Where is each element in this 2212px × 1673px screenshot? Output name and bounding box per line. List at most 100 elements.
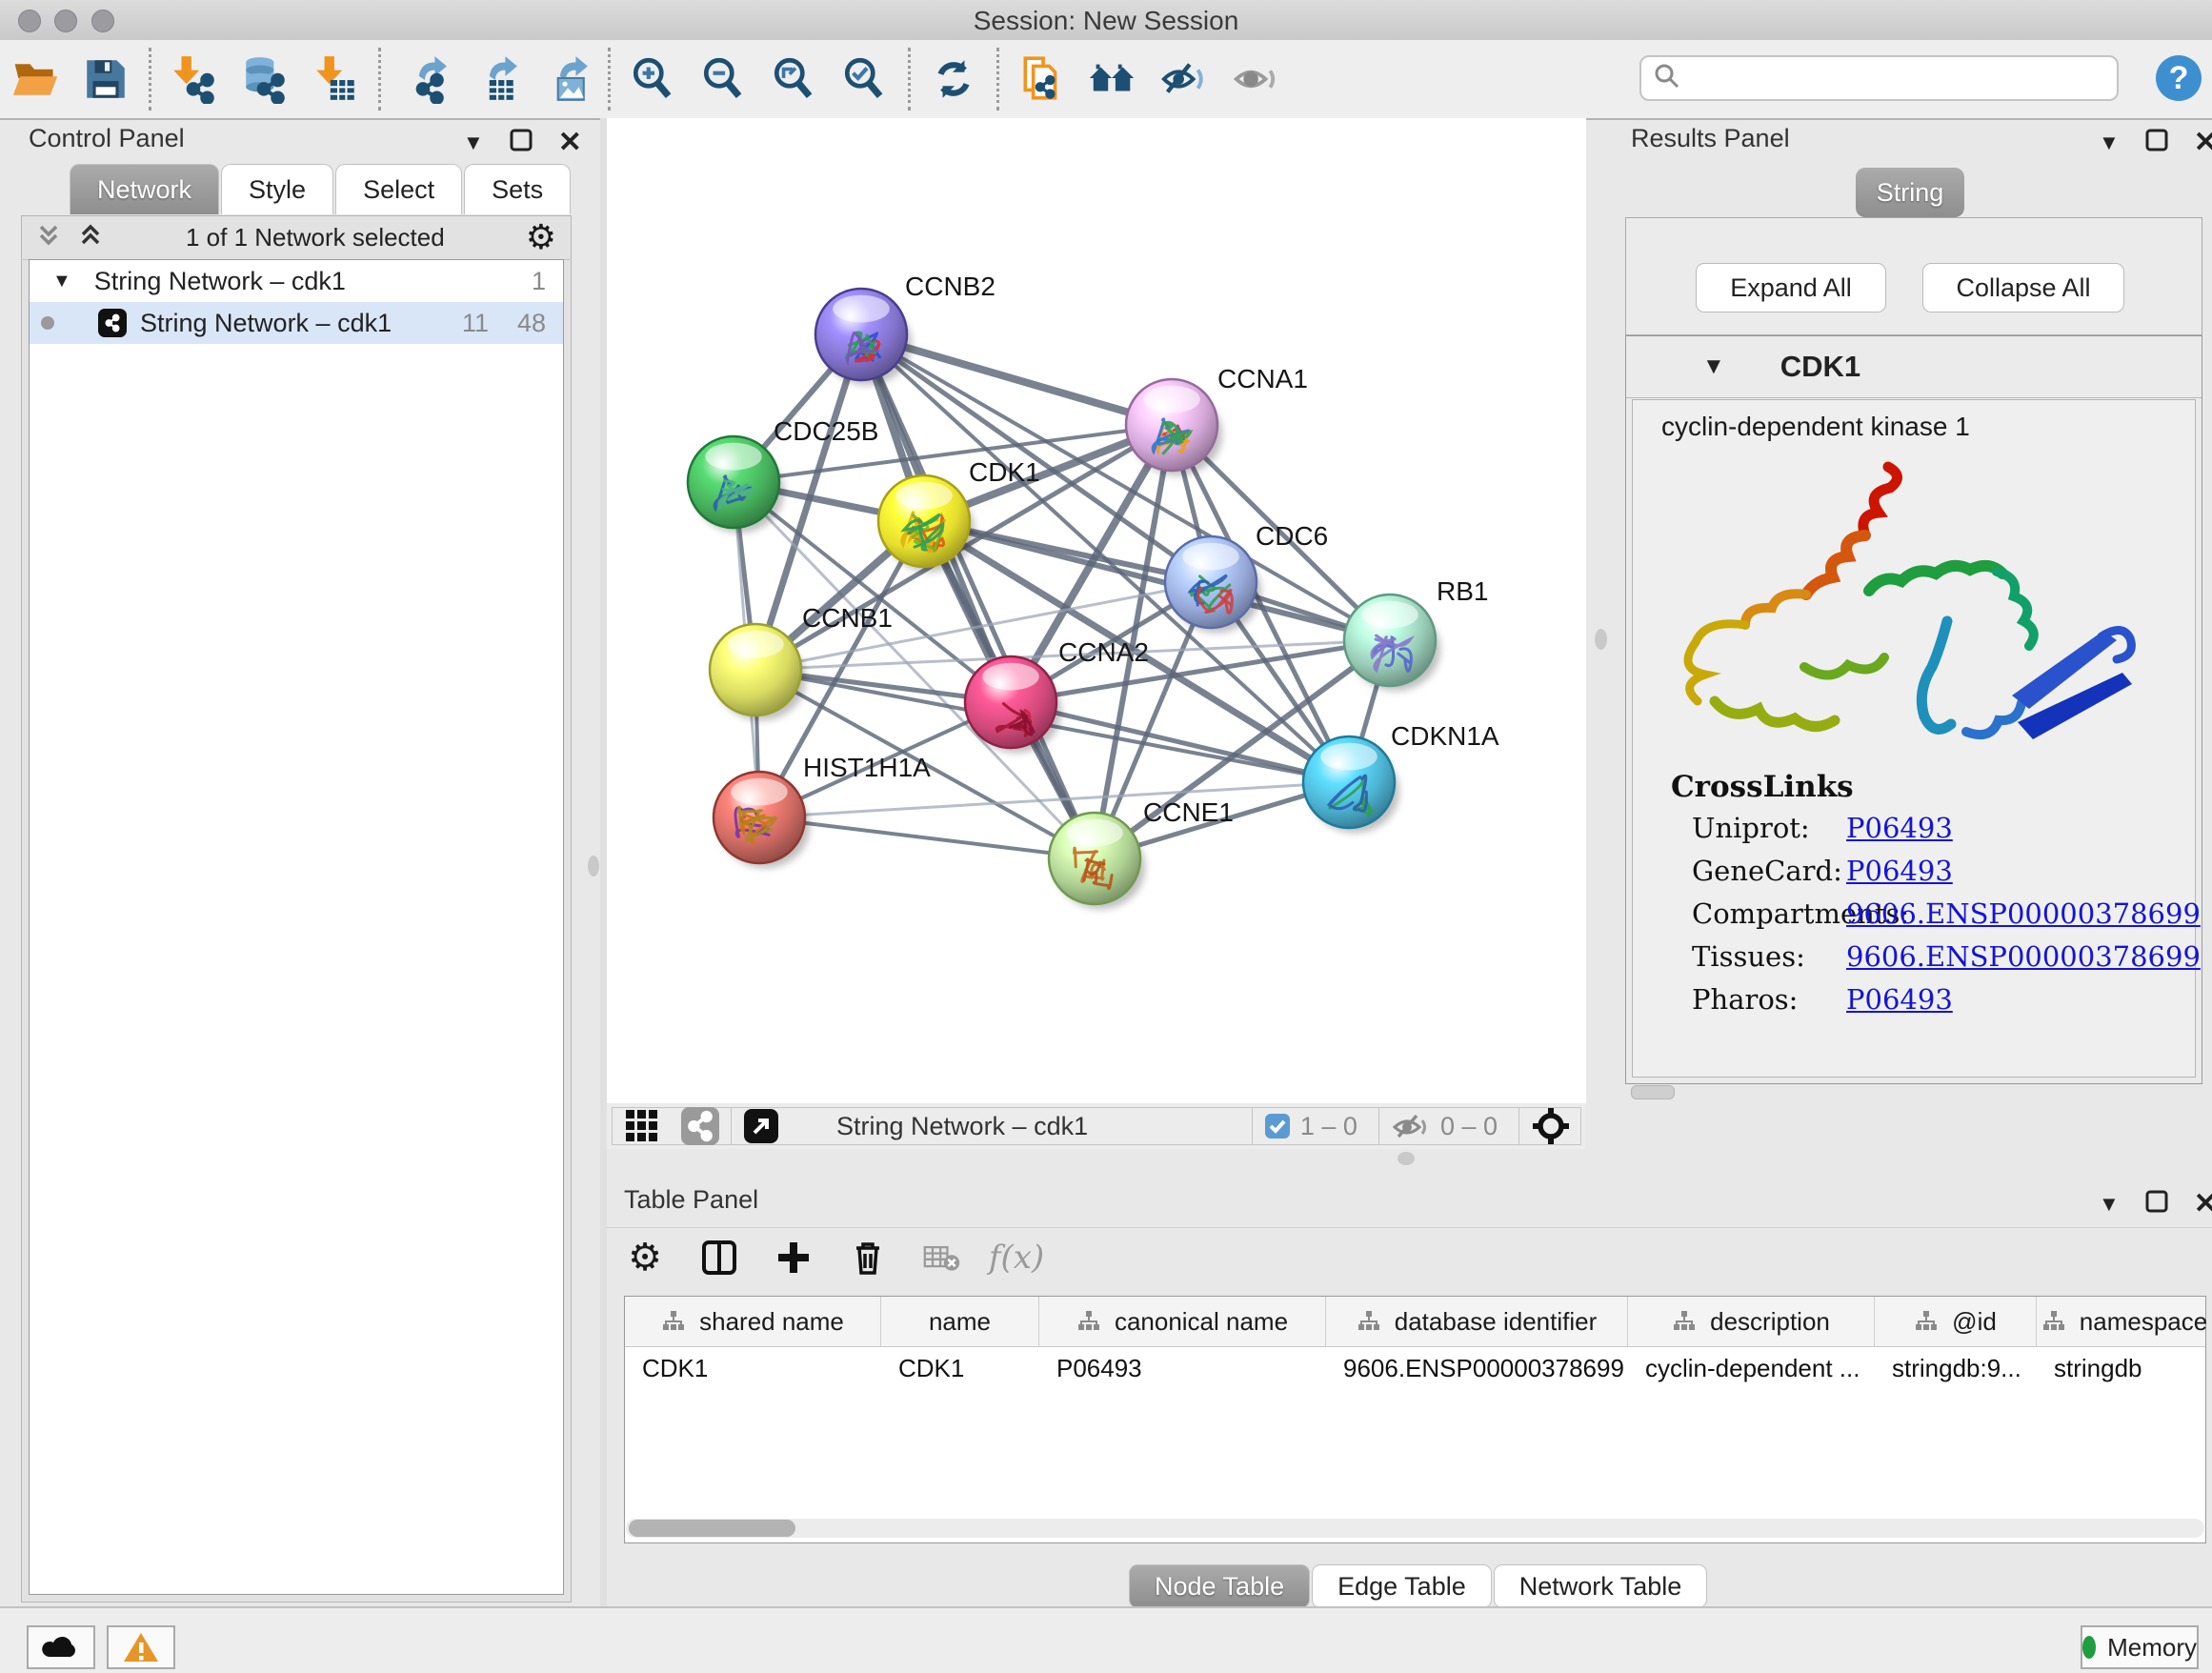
tab-network[interactable]: Network (70, 164, 219, 214)
left-splitter[interactable] (600, 118, 607, 1606)
column-header-database-identifier[interactable]: database identifier (1326, 1297, 1628, 1346)
right-splitter-handle[interactable] (1595, 629, 1607, 650)
tab-network-table[interactable]: Network Table (1494, 1564, 1708, 1608)
tab-style[interactable]: Style (221, 164, 333, 214)
tab-node-table[interactable]: Node Table (1129, 1564, 1310, 1608)
expand-all-button[interactable]: Expand All (1696, 263, 1886, 312)
column-tree-icon (1357, 1309, 1381, 1334)
selected-checkbox-icon[interactable] (1264, 1113, 1291, 1139)
grid-view-icon[interactable] (624, 1108, 660, 1144)
column-header-description[interactable]: description (1628, 1297, 1875, 1346)
column-label: canonical name (1115, 1307, 1288, 1337)
node-CCNA1[interactable]: CCNA1 (1126, 364, 1308, 475)
crosslink-link[interactable]: P06493 (1846, 983, 1953, 1016)
table-cell[interactable]: CDK1 (881, 1347, 1039, 1389)
columns-icon[interactable] (698, 1239, 740, 1277)
table-float-icon[interactable] (2144, 1189, 2169, 1219)
show-eye-icon[interactable] (1218, 49, 1289, 110)
add-icon[interactable] (773, 1239, 814, 1277)
table-menu-caret-icon[interactable]: ▼ (2099, 1192, 2120, 1217)
table-cell[interactable]: stringdb (2037, 1347, 2212, 1389)
panel-float-icon[interactable] (509, 128, 533, 157)
table-row[interactable]: CDK1CDK1P064939606.ENSP00000378699cyclin… (625, 1347, 2205, 1389)
column-header-namespace[interactable]: namespace (2037, 1297, 2212, 1346)
help-icon[interactable]: ? (2156, 55, 2202, 101)
table-cell[interactable]: 9606.ENSP00000378699 (1326, 1347, 1628, 1389)
table-panel-header-icons: ▼ ✕ (2099, 1187, 2212, 1220)
node-CDKN1A[interactable]: CDKN1A (1303, 721, 1499, 833)
table-cell[interactable]: stringdb:9... (1875, 1347, 2037, 1389)
table-hscrollbar-track[interactable] (626, 1519, 2204, 1538)
crosslink-link[interactable]: P06493 (1846, 812, 1953, 844)
crosslink-link[interactable]: P06493 (1846, 855, 1953, 887)
zoom-selected-icon[interactable] (830, 49, 900, 110)
search-input[interactable] (1681, 63, 2085, 94)
export-image-icon[interactable] (530, 49, 600, 110)
gear-icon[interactable]: ⚙ (624, 1236, 666, 1280)
results-menu-caret-icon[interactable]: ▼ (2099, 131, 2120, 155)
network-graph[interactable]: CCNB2CCNA1CDC25BCDK1CDC6RB1CCNB1CCNA2CDK… (607, 118, 1586, 1103)
zoom-out-icon[interactable] (689, 49, 759, 110)
results-close-icon[interactable]: ✕ (2194, 126, 2212, 159)
function-icon[interactable]: f(x) (995, 1239, 1037, 1277)
table-cell[interactable]: CDK1 (625, 1347, 881, 1389)
birds-eye-view-icon[interactable] (743, 1108, 779, 1144)
column-header-canonical-name[interactable]: canonical name (1039, 1297, 1326, 1346)
export-network-icon[interactable] (389, 49, 459, 110)
zoom-in-icon[interactable] (618, 49, 689, 110)
node-RB1[interactable]: RB1 (1344, 576, 1488, 691)
home-icon[interactable] (1077, 49, 1148, 110)
open-file-icon[interactable] (0, 49, 70, 110)
column-header-shared-name[interactable]: shared name (625, 1297, 881, 1346)
expand-all-icon[interactable] (76, 221, 105, 254)
gene-section-header[interactable]: ▼ CDK1 (1626, 336, 2202, 398)
import-table-icon[interactable] (300, 49, 371, 110)
tab-string[interactable]: String (1856, 168, 1964, 217)
network-canvas[interactable]: CCNB2CCNA1CDC25BCDK1CDC6RB1CCNB1CCNA2CDK… (607, 118, 1586, 1103)
tab-edge-table[interactable]: Edge Table (1312, 1564, 1492, 1608)
memory-button[interactable]: Memory (2081, 1625, 2199, 1669)
trash-icon[interactable] (847, 1239, 889, 1277)
hide-unhide-icon[interactable] (1148, 49, 1218, 110)
results-float-icon[interactable] (2144, 128, 2169, 157)
left-splitter-handle[interactable] (588, 856, 599, 877)
crosslink-row: Uniprot:P06493 (1692, 812, 1810, 844)
network-row[interactable]: String Network – cdk1 11 48 (30, 302, 563, 344)
gene-collapse-caret-icon[interactable]: ▼ (1702, 353, 1725, 380)
delete-table-icon[interactable] (921, 1239, 963, 1277)
horizontal-splitter-handle[interactable] (1398, 1152, 1415, 1165)
import-network-icon[interactable] (159, 49, 230, 110)
string-import-icon[interactable] (1007, 49, 1077, 110)
refresh-icon[interactable] (918, 49, 989, 110)
import-database-icon[interactable] (230, 49, 300, 110)
table-cell[interactable]: P06493 (1039, 1347, 1326, 1389)
cloud-button[interactable] (27, 1625, 95, 1669)
crosslink-link[interactable]: 9606.ENSP00000378699 (1846, 940, 2201, 973)
panel-close-icon[interactable]: ✕ (558, 126, 582, 159)
search-box[interactable] (1639, 55, 2119, 101)
save-icon[interactable] (70, 49, 141, 110)
network-share-icon[interactable] (681, 1107, 719, 1145)
table-cell[interactable]: cyclin-dependent ... (1628, 1347, 1875, 1389)
edge-CCNA2-CDKN1A[interactable] (1011, 702, 1349, 782)
results-scrollbar-thumb[interactable] (1631, 1085, 1675, 1099)
hidden-eye-icon[interactable] (1391, 1110, 1431, 1142)
table-hscrollbar-thumb[interactable] (629, 1520, 795, 1537)
tree-expand-caret-icon[interactable]: ▼ (52, 271, 71, 292)
node-CCNB1[interactable]: CCNB1 (710, 603, 893, 720)
collapse-all-button[interactable]: Collapse All (1922, 263, 2124, 312)
collapse-all-icon[interactable] (34, 221, 63, 254)
warning-button[interactable] (107, 1625, 175, 1669)
table-close-icon[interactable]: ✕ (2194, 1187, 2212, 1220)
tab-sets[interactable]: Sets (464, 164, 571, 214)
tab-select[interactable]: Select (335, 164, 462, 214)
column-header--id[interactable]: @id (1875, 1297, 2037, 1346)
network-options-gear-icon[interactable]: ⚙ (526, 217, 556, 257)
crosslink-link[interactable]: 9606.ENSP00000378699 (1846, 897, 2201, 930)
export-table-icon[interactable] (459, 49, 530, 110)
zoom-fit-icon[interactable] (759, 49, 830, 110)
column-header-name[interactable]: name (881, 1297, 1039, 1346)
panel-menu-caret-icon[interactable]: ▼ (463, 131, 484, 155)
fit-crosshair-icon[interactable] (1531, 1106, 1571, 1146)
network-collection-row[interactable]: ▼ String Network – cdk1 1 (30, 260, 563, 302)
